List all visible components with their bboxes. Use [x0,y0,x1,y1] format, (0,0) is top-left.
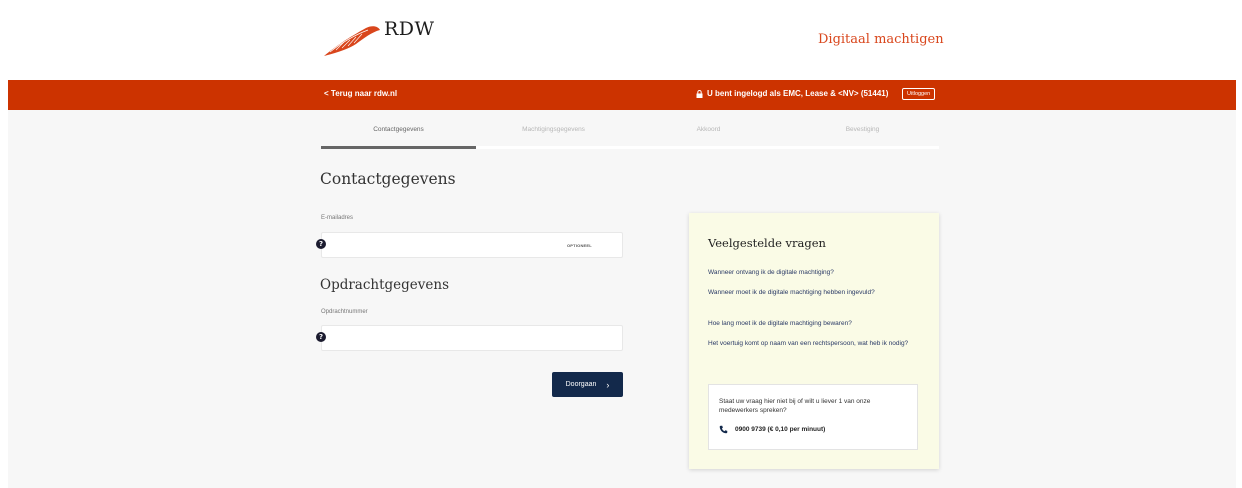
login-info: U bent ingelogd als EMC, Lease & <NV> (5… [696,89,888,98]
email-field[interactable]: OPTIONEEL [321,232,623,258]
logo-text: RDW [384,18,435,40]
faq-title: Veelgestelde vragen [708,236,826,250]
phone-icon [719,425,728,434]
order-number-help-icon[interactable]: ? [316,332,326,342]
top-bar: < Terug naar rdw.nl U bent ingelogd als … [8,80,1236,110]
faq-link[interactable]: Wanneer moet ik de digitale machtiging h… [708,288,923,297]
email-help-icon[interactable]: ? [316,239,326,249]
order-section-title: Opdrachtgegevens [320,277,450,293]
faq-link[interactable]: Hoe lang moet ik de digitale machtiging … [708,319,923,328]
order-number-field[interactable] [321,325,623,351]
phone-row[interactable]: 0900 9739 (€ 0,10 per minuut) [719,425,825,434]
lock-icon [696,89,703,98]
contact-text: Staat uw vraag hier niet bij of wilt u l… [719,398,871,414]
continue-button[interactable]: Doorgaan › [552,372,623,397]
login-info-text: U bent ingelogd als EMC, Lease & <NV> (5… [707,89,889,98]
continue-button-label: Doorgaan [565,381,597,388]
logout-button[interactable]: Uitloggen [902,88,936,100]
faq-panel: Veelgestelde vragen Wanneer ontvang ik d… [689,213,939,469]
order-number-label: Opdrachtnummer [321,309,368,315]
email-label: E-mailadres [321,215,354,221]
back-to-rdw-link[interactable]: < Terug naar rdw.nl [324,89,397,98]
optional-tag: OPTIONEEL [567,243,592,248]
faq-link[interactable]: Wanneer ontvang ik de digitale machtigin… [708,268,923,277]
content-background [8,110,1236,488]
app-title: Digitaal machtigen [818,32,944,47]
step-contactgegevens: Contactgegevens [373,126,424,133]
step-akkoord: Akkoord [696,126,721,133]
progress-fill [321,146,476,149]
step-bevestiging: Bevestiging [845,126,880,133]
contact-section-title: Contactgegevens [320,170,456,188]
rdw-logo-icon[interactable] [322,16,382,60]
faq-link[interactable]: Het voertuig komt op naam van een rechts… [708,339,923,348]
chevron-right-icon: › [606,379,610,390]
step-machtigingsgegevens: Machtigingsgegevens [522,126,585,133]
phone-number: 0900 9739 (€ 0,10 per minuut) [735,426,826,433]
contact-box: Staat uw vraag hier niet bij of wilt u l… [708,384,918,450]
